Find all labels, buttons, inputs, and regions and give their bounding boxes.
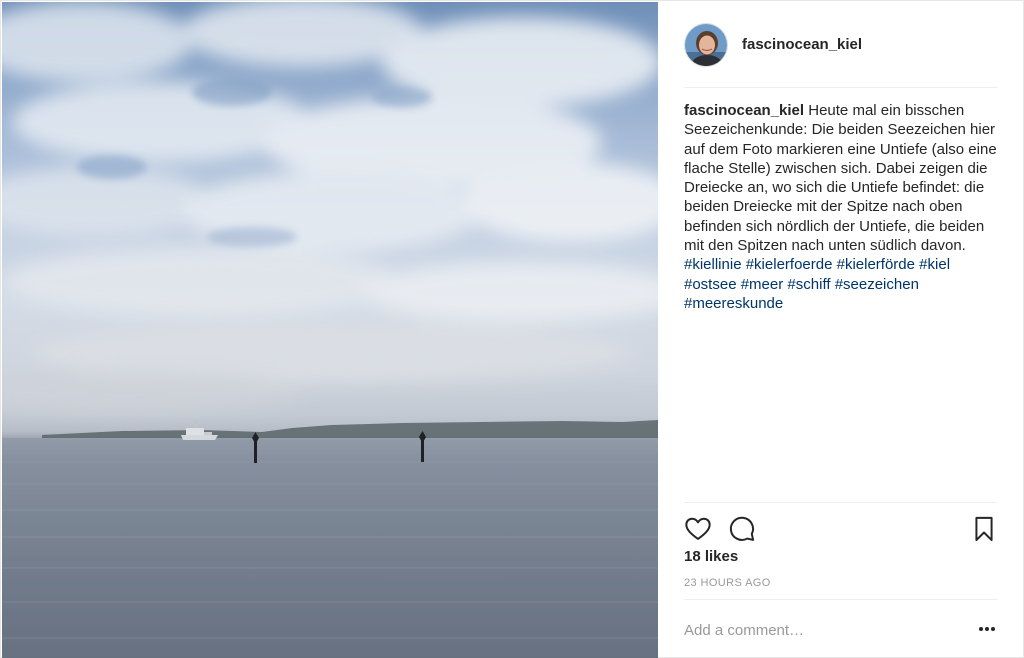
hashtag-link[interactable]: #kiel: [919, 256, 950, 273]
hashtag-link[interactable]: #seezeichen: [835, 276, 919, 293]
hashtag-link[interactable]: #schiff: [787, 276, 830, 293]
more-options-icon[interactable]: [978, 626, 996, 632]
comment-bubble-icon[interactable]: [728, 515, 756, 543]
caption-text: Heute mal ein bisschen Seezeichenkunde: …: [684, 102, 997, 255]
coastline: [42, 420, 658, 438]
post-caption: fascinocean_kiel Heute mal ein bisschen …: [684, 101, 998, 313]
hashtag-link[interactable]: #ostsee: [684, 276, 737, 293]
post-header: fascinocean_kiel: [684, 2, 998, 88]
comment-bar: [684, 599, 998, 658]
ship: [181, 420, 218, 440]
seascape-image: [2, 2, 658, 658]
avatar[interactable]: [684, 22, 728, 67]
water: [2, 438, 658, 658]
comment-input[interactable]: [684, 616, 954, 644]
post-sidebar: fascinocean_kiel fascinocean_kiel Heute …: [658, 2, 1024, 658]
post-timestamp: 23 HOURS AGO: [684, 577, 771, 589]
likes-count[interactable]: 18 likes: [684, 548, 738, 565]
avatar-image: [685, 23, 727, 66]
bookmark-icon[interactable]: [970, 515, 998, 543]
hashtag-link[interactable]: #meer: [741, 276, 784, 293]
heart-icon[interactable]: [684, 515, 712, 543]
header-username-link[interactable]: fascinocean_kiel: [742, 36, 862, 53]
instagram-post: fascinocean_kiel fascinocean_kiel Heute …: [0, 0, 1024, 658]
post-photo[interactable]: [2, 2, 658, 658]
hashtag-link[interactable]: #kiellinie: [684, 256, 742, 273]
hashtag-link[interactable]: #meereskunde: [684, 295, 783, 312]
clouds: [2, 2, 658, 412]
caption-username-link[interactable]: fascinocean_kiel: [684, 102, 804, 119]
hashtag-link[interactable]: #kielerfoerde: [746, 256, 833, 273]
hashtag-link[interactable]: #kielerförde: [837, 256, 915, 273]
action-bar: [684, 502, 998, 552]
